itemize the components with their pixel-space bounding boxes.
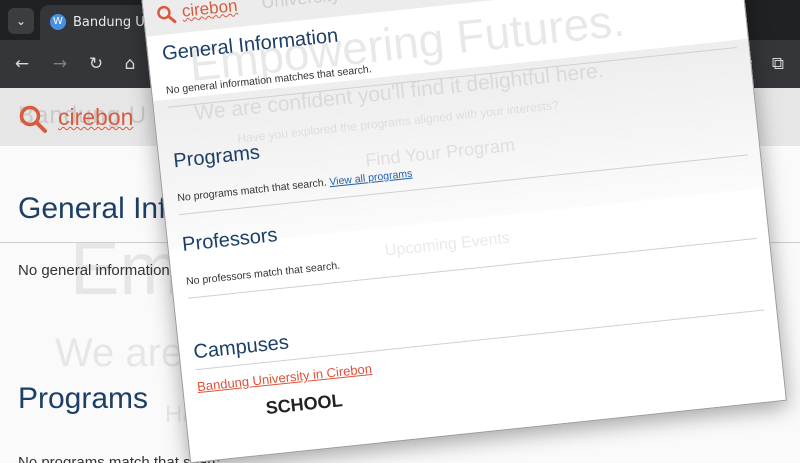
foreground-window: ← → cirebon University Empowering Future… — [140, 0, 787, 463]
reload-icon[interactable]: ↻ — [84, 52, 108, 76]
home-icon[interactable]: ⌂ — [118, 52, 142, 76]
heading-general-information: General Info — [18, 192, 184, 225]
search-query[interactable]: cirebon — [58, 104, 133, 131]
ghost-upcoming-events: Upcoming Events — [384, 229, 511, 260]
search-results: Empowering Futures. We are confident you… — [146, 0, 786, 463]
search-icon[interactable] — [155, 3, 177, 25]
search-query[interactable]: cirebon — [181, 0, 239, 22]
forward-arrow-icon[interactable]: → — [48, 52, 72, 76]
heading-campuses: Campuses — [192, 331, 290, 364]
ghost-university-text: University — [260, 0, 341, 13]
general-info-message: No general information m — [18, 262, 187, 279]
puzzle-icon[interactable]: ⧉ — [766, 52, 790, 76]
search-icon[interactable] — [18, 104, 48, 134]
tab-search-menu-button[interactable]: ⌄ — [8, 8, 34, 34]
heading-programs: Programs — [18, 382, 149, 415]
school-heading-partial: SCHOOL — [264, 390, 344, 419]
wordpress-icon: W — [50, 14, 66, 30]
back-arrow-icon[interactable]: ← — [10, 52, 34, 76]
